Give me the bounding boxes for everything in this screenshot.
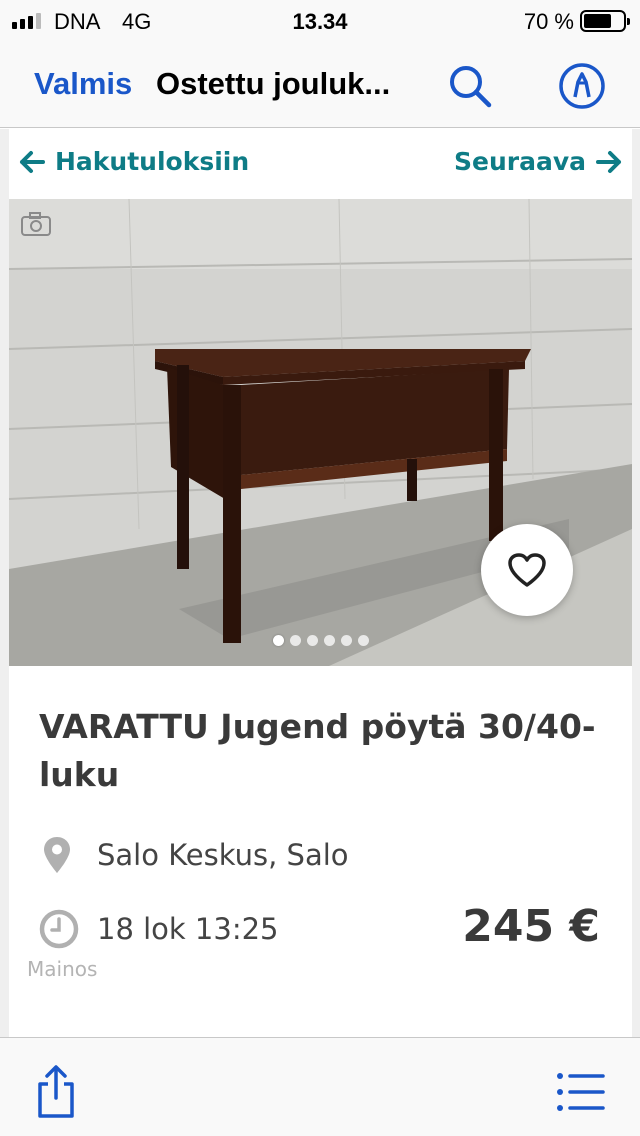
pagination-dot[interactable] [307, 635, 318, 646]
battery-percent: 70 % [523, 9, 574, 34]
favorite-button[interactable] [481, 524, 573, 616]
next-listing-link[interactable]: Seuraava [454, 147, 622, 176]
search-icon [450, 66, 492, 108]
next-link-label: Seuraava [454, 147, 586, 176]
image-pagination-dots [273, 635, 369, 646]
back-to-results-link[interactable]: Hakutuloksiin [19, 147, 249, 176]
date-text: 18 lok 13:25 [97, 912, 279, 946]
share-button[interactable] [34, 1064, 78, 1120]
clock-icon [39, 909, 79, 949]
arrow-right-icon [596, 150, 621, 173]
navigation-bar: Valmis Ostettu jouluk... [0, 42, 640, 128]
listing-date: 18 lok 13:25 [39, 909, 279, 949]
status-bar: DNA 4G 13.34 70 % [0, 0, 640, 42]
pagination-dot[interactable] [290, 635, 301, 646]
heart-icon [508, 553, 546, 587]
listing-navigation: Hakutuloksiin Seuraava [9, 129, 632, 199]
contents-list-button[interactable] [556, 1072, 606, 1112]
listing-photo[interactable] [9, 199, 632, 666]
bottom-toolbar [0, 1037, 640, 1136]
arrow-left-icon [20, 150, 45, 173]
markup-button[interactable] [556, 60, 608, 112]
list-icon [557, 1073, 605, 1111]
listing-location: Salo Keskus, Salo [43, 836, 349, 874]
web-content: Hakutuloksiin Seuraava VARATTU Jugend pö… [0, 129, 640, 1037]
listing-card: Hakutuloksiin Seuraava VARATTU Jugend pö… [9, 129, 632, 1037]
battery-level [584, 14, 611, 28]
share-icon [38, 1065, 74, 1118]
markup-icon [559, 63, 605, 109]
pagination-dot[interactable] [273, 635, 284, 646]
listing-price: 245 € [462, 901, 600, 952]
camera-icon [19, 209, 55, 239]
pagination-dot[interactable] [358, 635, 369, 646]
back-link-label: Hakutuloksiin [55, 147, 250, 176]
battery-icon [580, 10, 630, 32]
done-button[interactable]: Valmis [34, 66, 132, 102]
page-title: Ostettu jouluk... [156, 66, 391, 101]
search-button[interactable] [444, 60, 496, 112]
pagination-dot[interactable] [341, 635, 352, 646]
listing-title: VARATTU Jugend pöytä 30/40-luku [39, 707, 596, 794]
ad-label: Mainos [27, 957, 98, 981]
location-pin-icon [44, 837, 70, 873]
location-text: Salo Keskus, Salo [97, 838, 349, 872]
pagination-dot[interactable] [324, 635, 335, 646]
